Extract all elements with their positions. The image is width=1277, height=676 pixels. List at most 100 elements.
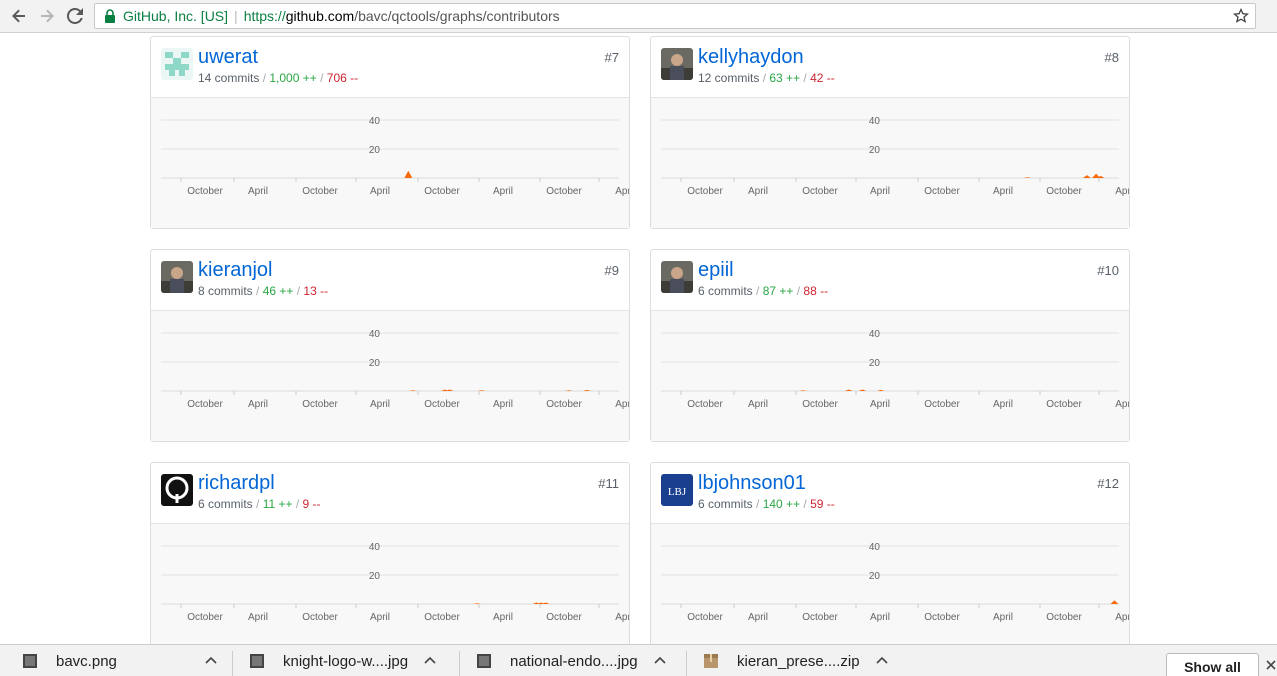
- contributor-header: uwerat 14 commits / 1,000 ++ / 706 -- #7: [151, 37, 629, 98]
- x-tick-label: October: [546, 399, 582, 410]
- image-file-icon: [23, 654, 37, 668]
- x-tick-label: April: [248, 399, 268, 410]
- contributor-header: LBJ lbjohnson01 6 commits / 140 ++ / 59 --…: [651, 463, 1129, 524]
- download-filename: bavc.png: [56, 652, 117, 670]
- stats-separator: /: [752, 497, 763, 511]
- commit-count[interactable]: 12 commits: [698, 71, 759, 85]
- contributor-stats: 6 commits / 11 ++ / 9 --: [198, 497, 321, 511]
- back-button[interactable]: [8, 6, 30, 26]
- y-tick-label: 40: [369, 329, 381, 340]
- stats-separator: /: [293, 284, 304, 298]
- stats-separator: /: [793, 284, 804, 298]
- contributor-username[interactable]: kieranjol: [198, 259, 272, 282]
- lock-icon: [105, 9, 115, 23]
- stats-separator: /: [292, 497, 303, 511]
- contributor-rank: #8: [1104, 50, 1119, 65]
- commit-count[interactable]: 6 commits: [198, 497, 253, 511]
- chevron-up-icon[interactable]: [876, 655, 888, 667]
- contributor-header: richardpl 6 commits / 11 ++ / 9 -- #11: [151, 463, 629, 524]
- x-tick-label: October: [687, 399, 723, 410]
- x-tick-label: October: [546, 612, 582, 623]
- close-icon[interactable]: [1265, 659, 1277, 671]
- stats-separator: /: [259, 71, 270, 85]
- contributor-username[interactable]: uwerat: [198, 46, 258, 69]
- x-tick-label: Apr: [615, 612, 629, 623]
- download-item-1[interactable]: knight-logo-w....jpg: [249, 645, 436, 676]
- photo-avatar: [161, 261, 193, 293]
- additions-count: 1,000 ++: [269, 71, 317, 85]
- contributor-stats: 6 commits / 140 ++ / 59 --: [698, 497, 835, 511]
- y-tick-label: 20: [869, 571, 881, 582]
- x-tick-label: October: [802, 399, 838, 410]
- commit-count[interactable]: 6 commits: [698, 284, 753, 298]
- contributor-rank: #9: [604, 263, 619, 278]
- y-tick-label: 20: [869, 358, 881, 369]
- avatar[interactable]: [661, 261, 693, 293]
- avatar[interactable]: [161, 48, 193, 80]
- contributor-username[interactable]: kellyhaydon: [698, 46, 804, 69]
- y-tick-label: 20: [369, 571, 381, 582]
- show-all-downloads-button[interactable]: Show all: [1166, 653, 1259, 676]
- y-tick-label: 40: [869, 542, 881, 553]
- contribution-chart-svg: 40 20 October April October April October April…: [661, 116, 1129, 197]
- commit-peak: [844, 389, 853, 391]
- commit-count[interactable]: 8 commits: [198, 284, 253, 298]
- download-filename: knight-logo-w....jpg: [283, 652, 409, 670]
- chevron-up-icon[interactable]: [424, 655, 436, 667]
- download-divider: [232, 651, 233, 676]
- x-tick-label: October: [1046, 186, 1082, 197]
- identicon-avatar: [161, 48, 193, 80]
- contributor-username[interactable]: richardpl: [198, 472, 275, 495]
- forward-button[interactable]: [36, 6, 58, 26]
- x-tick-label: Apr: [1115, 186, 1129, 197]
- x-tick-label: October: [924, 612, 960, 623]
- commit-count[interactable]: 14 commits: [198, 71, 259, 85]
- contributor-stats: 8 commits / 46 ++ / 13 --: [198, 284, 328, 298]
- x-tick-label: October: [187, 612, 223, 623]
- contribution-chart: 40 20 October April October April October April…: [651, 524, 1129, 644]
- chevron-up-icon[interactable]: [205, 655, 217, 667]
- x-tick-label: April: [748, 399, 768, 410]
- avatar[interactable]: LBJ: [661, 474, 693, 506]
- y-tick-label: 20: [369, 358, 381, 369]
- contribution-chart: 40 20 October April October April October April…: [151, 98, 629, 228]
- x-tick-label: April: [248, 186, 268, 197]
- site-identity: GitHub, Inc. [US]: [123, 8, 229, 24]
- avatar[interactable]: [661, 48, 693, 80]
- commit-peak: [858, 389, 867, 391]
- x-tick-label: October: [802, 186, 838, 197]
- address-bar[interactable]: GitHub, Inc. [US] | https://github.com/b…: [94, 3, 1256, 29]
- contributor-username[interactable]: epiil: [698, 259, 734, 282]
- download-item-2[interactable]: national-endo....jpg: [476, 645, 666, 676]
- image-file-icon: [250, 654, 264, 668]
- commit-peak: [876, 389, 885, 391]
- avatar[interactable]: [161, 474, 193, 506]
- chevron-up-icon[interactable]: [654, 655, 666, 667]
- x-tick-label: April: [493, 186, 513, 197]
- contributor-username[interactable]: lbjohnson01: [698, 472, 806, 495]
- deletions-count: 42 --: [810, 71, 835, 85]
- deletions-count: 13 --: [303, 284, 329, 298]
- contributor-card: richardpl 6 commits / 11 ++ / 9 -- #11 40 20…: [150, 462, 630, 644]
- initials-avatar: LBJ: [661, 474, 693, 506]
- browser-toolbar: GitHub, Inc. [US] | https://github.com/b…: [0, 0, 1277, 33]
- contribution-chart-svg: 40 20 October April October April October April…: [161, 116, 629, 197]
- reload-button[interactable]: [64, 6, 86, 26]
- deletions-count: 706 --: [326, 71, 359, 85]
- contribution-chart: 40 20 October April October April October April…: [651, 311, 1129, 441]
- download-item-0[interactable]: bavc.png: [22, 645, 217, 676]
- deletions-count: 9 --: [302, 497, 321, 511]
- download-filename: kieran_prese....zip: [737, 652, 860, 670]
- contributor-card: epiil 6 commits / 87 ++ / 88 -- #10 40 20 Oct…: [650, 249, 1130, 442]
- contributor-card: kellyhaydon 12 commits / 63 ++ / 42 -- #8 4…: [650, 36, 1130, 229]
- y-tick-label: 40: [869, 329, 881, 340]
- x-tick-label: October: [302, 399, 338, 410]
- download-item-3[interactable]: kieran_prese....zip: [703, 645, 888, 676]
- stats-separator: /: [316, 71, 327, 85]
- commit-peak: [1110, 600, 1119, 604]
- contributor-header: kieranjol 8 commits / 46 ++ / 13 -- #9: [151, 250, 629, 311]
- x-tick-label: April: [870, 612, 890, 623]
- bookmark-star-icon[interactable]: [1233, 8, 1249, 24]
- commit-count[interactable]: 6 commits: [698, 497, 753, 511]
- avatar[interactable]: [161, 261, 193, 293]
